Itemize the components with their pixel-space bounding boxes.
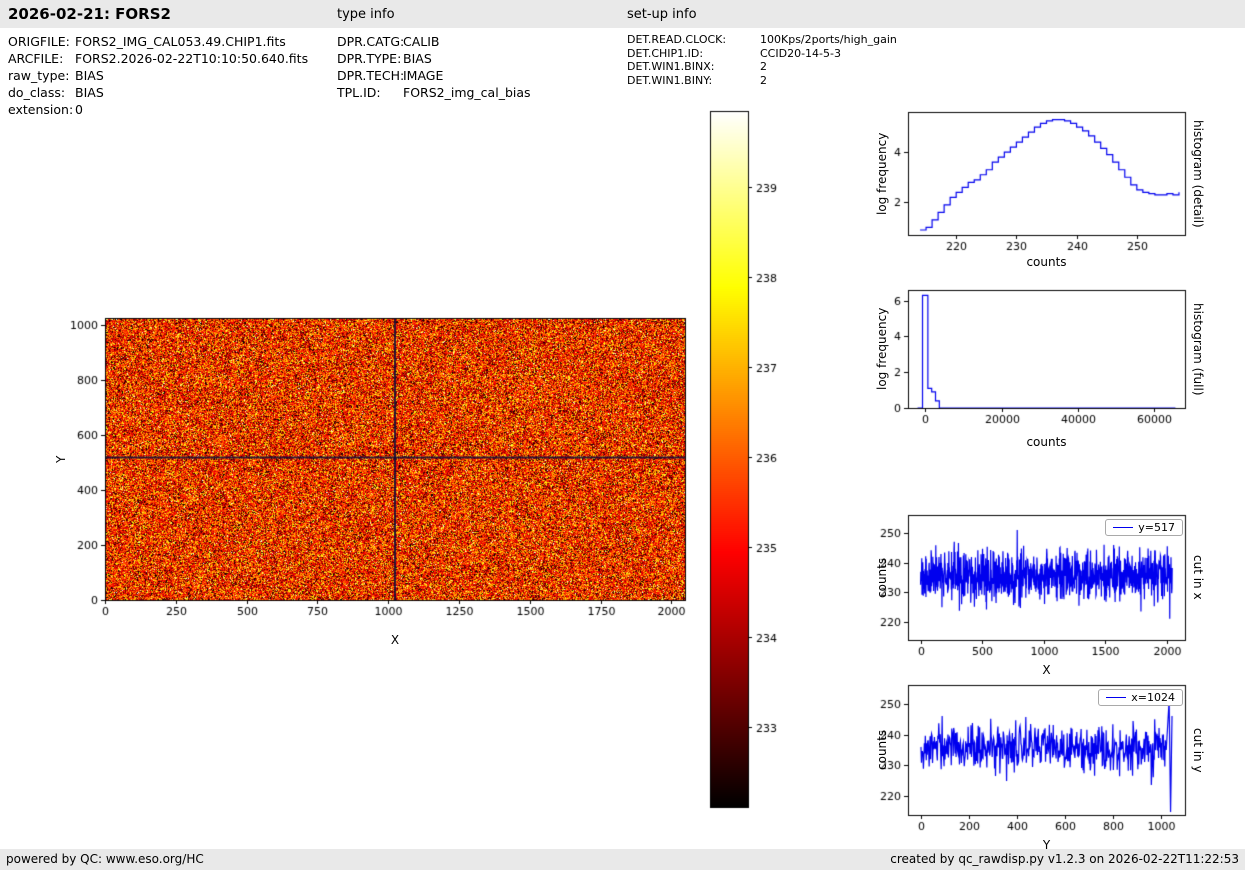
meta-value: BIAS (75, 68, 104, 83)
legend: y=517 (1105, 519, 1183, 536)
meta-row-doclass: do_class: BIAS (8, 84, 308, 101)
meta-label: DPR.TECH: (337, 68, 405, 83)
meta-label: TPL.ID: (337, 85, 381, 100)
legend: x=1024 (1098, 689, 1183, 706)
right-side-label: histogram (detail) (1191, 119, 1205, 228)
meta-row-readclock: DET.READ.CLOCK: 100Kps/2ports/high_gain (627, 33, 897, 47)
cut-in-x-chart: y=517 X counts cut in x (865, 508, 1210, 688)
meta-row-biny: DET.WIN1.BINY: 2 (627, 74, 897, 88)
x-axis-label: X (390, 633, 400, 647)
meta-value: 100Kps/2ports/high_gain (760, 33, 897, 46)
bias-image-chart: X Y (40, 300, 700, 655)
meta-label: ARCFILE: (8, 51, 64, 66)
right-side-label: histogram (full) (1191, 302, 1205, 396)
meta-row-chipid: DET.CHIP1.ID: CCID20-14-5-3 (627, 47, 897, 61)
meta-row-tplid: TPL.ID: FORS2_img_cal_bias (337, 84, 531, 101)
y-axis-label: log frequency (875, 132, 889, 215)
qc-report-page: 2026-02-21: FORS2 type info set-up info … (0, 0, 1245, 870)
meta-value: BIAS (75, 85, 104, 100)
meta-row-dprcatg: DPR.CATG: CALIB (337, 33, 531, 50)
bottom-bar: powered by QC: www.eso.org/HC created by… (0, 849, 1245, 870)
type-info-header: type info (337, 7, 395, 22)
meta-value: BIAS (403, 51, 432, 66)
bias-image-canvas (40, 300, 700, 630)
meta-label: DET.CHIP1.ID: (627, 46, 704, 60)
meta-label: DPR.TYPE: (337, 51, 402, 66)
meta-value: FORS2_img_cal_bias (403, 85, 531, 100)
meta-value: 2 (760, 73, 767, 87)
y-axis-label: counts (875, 729, 889, 771)
colorbar-canvas (708, 110, 803, 815)
colorbar (708, 110, 803, 815)
meta-value: CCID20-14-5-3 (760, 46, 841, 60)
meta-row-arcfile: ARCFILE: FORS2.2026-02-22T10:10:50.640.f… (8, 50, 308, 67)
page-title: 2026-02-21: FORS2 (8, 5, 171, 23)
y-axis-label: log frequency (875, 307, 889, 391)
meta-label: DPR.CATG: (337, 34, 405, 49)
legend-line-swatch (1106, 697, 1127, 698)
meta-value: FORS2_IMG_CAL053.49.CHIP1.fits (75, 34, 286, 49)
meta-label: ORIGFILE: (8, 34, 70, 49)
legend-line-swatch (1113, 527, 1134, 528)
histogram-detail-chart: counts log frequency histogram (detail) (865, 105, 1210, 283)
right-side-label: cut in x (1191, 555, 1205, 600)
x-axis-label: X (1042, 663, 1051, 677)
legend-label: y=517 (1138, 521, 1175, 534)
setup-info-header: set-up info (627, 7, 697, 22)
histogram-full-chart: counts log frequency histogram (full) (865, 283, 1210, 463)
meta-row-binx: DET.WIN1.BINX: 2 (627, 60, 897, 74)
x-axis-label: counts (1026, 435, 1067, 449)
meta-row-origfile: ORIGFILE: FORS2_IMG_CAL053.49.CHIP1.fits (8, 33, 308, 50)
y-axis-label: counts (875, 557, 889, 598)
meta-label: DET.READ.CLOCK: (627, 33, 727, 46)
legend-label: x=1024 (1131, 691, 1175, 704)
setup-info-block: DET.READ.CLOCK: 100Kps/2ports/high_gain … (627, 33, 897, 87)
x-axis-label: counts (1026, 255, 1067, 269)
meta-label: extension: (8, 102, 74, 117)
meta-label: DET.WIN1.BINY: (627, 73, 713, 87)
meta-value: 2 (760, 60, 767, 73)
file-info-block: ORIGFILE: FORS2_IMG_CAL053.49.CHIP1.fits… (8, 33, 308, 118)
meta-value: 0 (75, 102, 83, 117)
type-info-block: DPR.CATG: CALIB DPR.TYPE: BIAS DPR.TECH:… (337, 33, 531, 101)
cut-in-y-chart: x=1024 Y counts cut in y (865, 678, 1210, 863)
histogram-detail-canvas (865, 105, 1195, 255)
meta-label: do_class: (8, 85, 66, 100)
y-axis-label: Y (54, 455, 68, 463)
meta-value: CALIB (403, 34, 440, 49)
footer-left: powered by QC: www.eso.org/HC (6, 852, 204, 866)
meta-row-extension: extension: 0 (8, 101, 308, 118)
meta-value: FORS2.2026-02-22T10:10:50.640.fits (75, 51, 309, 66)
meta-row-rawtype: raw_type: BIAS (8, 67, 308, 84)
meta-label: raw_type: (8, 68, 70, 83)
meta-row-dprtech: DPR.TECH: IMAGE (337, 67, 531, 84)
meta-row-dprtype: DPR.TYPE: BIAS (337, 50, 531, 67)
histogram-full-canvas (865, 283, 1195, 433)
meta-value: IMAGE (403, 68, 444, 83)
top-bar: 2026-02-21: FORS2 type info set-up info (0, 0, 1245, 28)
meta-label: DET.WIN1.BINX: (627, 60, 715, 73)
footer-right: created by qc_rawdisp.py v1.2.3 on 2026-… (890, 852, 1239, 866)
right-side-label: cut in y (1191, 727, 1205, 773)
